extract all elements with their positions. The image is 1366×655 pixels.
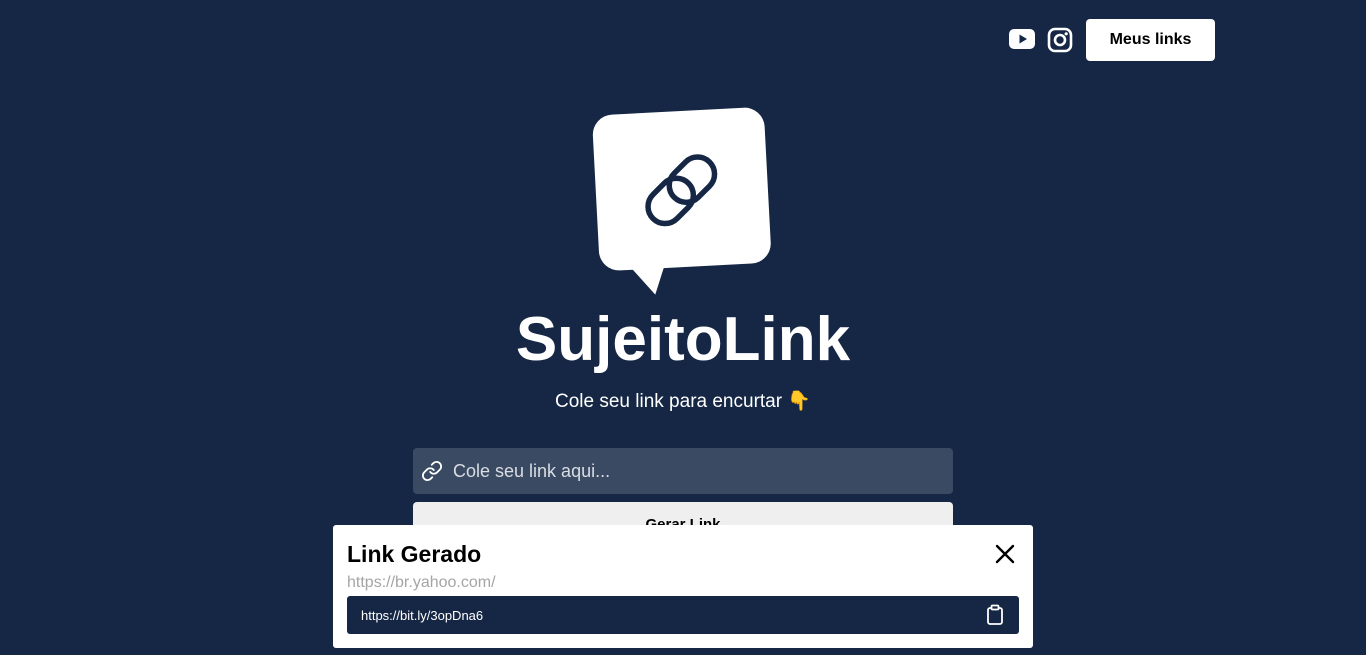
page: Meus links SujeitoLink Cole seu link par… [0, 0, 1366, 655]
modal-title: Link Gerado [347, 541, 482, 567]
short-url: https://bit.ly/3opDna6 [361, 607, 484, 623]
chain-link-speech-bubble-icon [590, 103, 776, 299]
link-input-wrapper [413, 447, 953, 495]
instagram-icon[interactable] [1047, 27, 1073, 53]
close-icon[interactable] [992, 541, 1018, 567]
link-input[interactable] [451, 447, 953, 495]
original-url: https://br.yahoo.com/ [347, 574, 496, 591]
short-link-box[interactable]: https://bit.ly/3opDna6 [347, 596, 1019, 634]
youtube-icon[interactable] [1009, 28, 1035, 50]
clipboard-icon[interactable] [985, 604, 1005, 626]
generated-link-modal: Link Gerado https://br.yahoo.com/ https:… [333, 525, 1033, 648]
tagline: Cole seu link para encurtar 👇 [555, 391, 811, 412]
brand-title: SujeitoLink [515, 305, 851, 374]
my-links-button[interactable]: Meus links [1086, 19, 1215, 61]
link-icon [421, 460, 443, 482]
